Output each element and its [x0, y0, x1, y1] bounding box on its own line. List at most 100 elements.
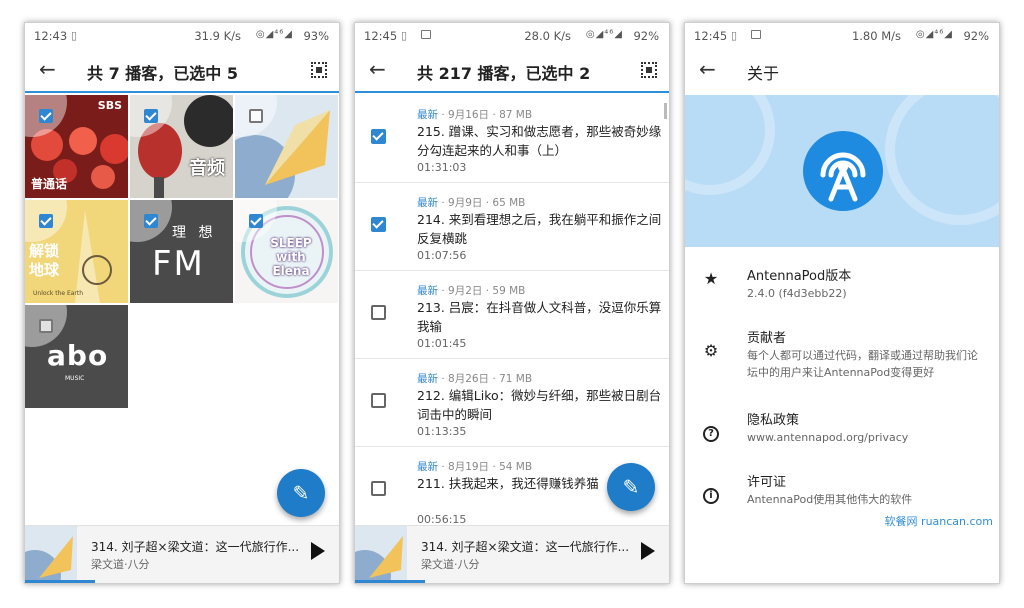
back-arrow-icon[interactable]: ←	[39, 57, 56, 81]
tile-checkbox[interactable]	[39, 214, 53, 228]
select-podcasts-screen: 12:43 ▯ 31.9 K/s ◎◢⁴⁶◢ 93% ← 共 7 播客，已选中 …	[24, 22, 340, 584]
notification-icon: ▯	[731, 29, 738, 42]
podcast-tile[interactable]: 理 想 FM	[130, 200, 233, 303]
network-speed: 28.0 K/s	[524, 29, 571, 43]
pencil-icon: ✎	[622, 475, 640, 499]
tile-subcaption: MUSIC	[65, 375, 85, 382]
podcast-tile[interactable]: abo MUSIC	[25, 305, 128, 408]
scrollbar[interactable]	[664, 103, 667, 119]
podcast-tile[interactable]	[235, 95, 338, 198]
episode-item[interactable]: 最新 · 9月9日 · 65 MB 214. 来到看理想之后，我在躺平和振作之间…	[355, 183, 669, 271]
episode-item[interactable]: 最新 · 8月26日 · 71 MB 212. 编辑Liko：微妙与纤细，那些被…	[355, 359, 669, 447]
player-subtitle: 梁文道·八分	[421, 558, 480, 571]
player-title: 314. 刘子超×梁文道：这一代旅行作...	[421, 540, 630, 554]
back-arrow-icon[interactable]: ←	[369, 57, 386, 81]
tile-checkbox[interactable]	[39, 319, 53, 333]
tile-caption: FM	[152, 244, 205, 284]
back-arrow-icon[interactable]: ←	[699, 57, 716, 81]
about-screen: 12:45 ▯ 1.80 M/s ◎◢⁴⁶◢ 92% ← 关于 ★ Antenn…	[684, 22, 1000, 584]
select-all-icon[interactable]	[641, 62, 657, 78]
tile-checkbox[interactable]	[144, 214, 158, 228]
player-cover	[25, 526, 77, 583]
player-subtitle: 梁文道·八分	[91, 558, 150, 571]
status-time: 12:43	[34, 29, 68, 43]
tile-caption: abo	[47, 339, 109, 372]
status-bar: 12:45 ▯ 28.0 K/s ◎◢⁴⁶◢ 92%	[355, 23, 669, 49]
episode-meta: 最新 · 8月26日 · 71 MB	[417, 373, 533, 385]
episode-duration: 01:13:35	[417, 425, 467, 438]
brand-label: SBS	[97, 99, 122, 112]
podcast-tile[interactable]: SLEEP with Elena	[235, 200, 338, 303]
battery-level: 93%	[303, 29, 329, 43]
item-subtitle: AntennaPod使用其他伟大的软件	[747, 493, 913, 506]
player-title: 314. 刘子超×梁文道：这一代旅行作...	[91, 540, 300, 554]
player-cover	[355, 526, 407, 583]
toolbar: ← 关于	[685, 49, 999, 93]
info-icon: i	[701, 483, 721, 504]
play-icon[interactable]	[311, 542, 325, 560]
episode-title: 215. 蹭课、实习和做志愿者，那些被奇妙缘分勾连起来的人和事（上）	[417, 124, 662, 158]
status-bar: 12:45 ▯ 1.80 M/s ◎◢⁴⁶◢ 92%	[685, 23, 999, 49]
episode-title: 212. 编辑Liko：微妙与纤细，那些被日剧台词击中的瞬间	[417, 388, 662, 422]
tile-checkbox[interactable]	[39, 109, 53, 123]
episode-checkbox[interactable]	[371, 129, 386, 144]
tile-caption: 解锁 地球	[29, 242, 60, 279]
episode-checkbox[interactable]	[371, 217, 386, 232]
podcast-tile[interactable]: SBS 普通话	[25, 95, 128, 198]
status-bar: 12:43 ▯ 31.9 K/s ◎◢⁴⁶◢ 93%	[25, 23, 339, 49]
page-title: 关于	[747, 64, 780, 83]
tile-checkbox[interactable]	[249, 109, 263, 123]
about-header	[685, 95, 999, 247]
mini-player[interactable]: 314. 刘子超×梁文道：这一代旅行作... 梁文道·八分	[355, 525, 669, 583]
episode-duration: 01:31:03	[417, 161, 467, 174]
watermark: 软餐网 ruancan.com	[884, 515, 993, 528]
battery-level: 92%	[633, 29, 659, 43]
play-icon[interactable]	[641, 542, 655, 560]
episode-checkbox[interactable]	[371, 305, 386, 320]
item-subtitle: 每个人都可以通过代码，翻译或通过帮助我们论坛中的用户来让AntennaPod变得…	[747, 349, 978, 379]
episode-checkbox[interactable]	[371, 481, 386, 496]
status-time: 12:45	[364, 29, 398, 43]
antennapod-logo-icon	[803, 131, 883, 211]
page-title: 共 217 播客，已选中 2	[417, 64, 591, 83]
star-icon: ★	[703, 269, 719, 288]
tile-caption: SLEEP with Elena	[270, 236, 312, 278]
network-speed: 1.80 M/s	[851, 29, 901, 43]
mini-player[interactable]: 314. 刘子超×梁文道：这一代旅行作... 梁文道·八分	[25, 525, 339, 583]
episode-meta: 最新 · 8月19日 · 54 MB	[417, 461, 533, 473]
episode-list: 最新 · 9月16日 · 87 MB 215. 蹭课、实习和做志愿者，那些被奇妙…	[355, 95, 669, 527]
item-title: 许可证	[747, 475, 787, 490]
item-title: AntennaPod版本	[747, 269, 852, 284]
episode-checkbox[interactable]	[371, 393, 386, 408]
episode-item[interactable]: 最新 · 9月16日 · 87 MB 215. 蹭课、实习和做志愿者，那些被奇妙…	[355, 95, 669, 183]
episode-item[interactable]: 最新 · 9月2日 · 59 MB 213. 吕宸：在抖音做人文科普，没逗你乐算…	[355, 271, 669, 359]
item-title: 隐私政策	[747, 413, 800, 428]
podcast-tile[interactable]: 音频	[130, 95, 233, 198]
network-speed: 31.9 K/s	[194, 29, 241, 43]
image-notification-icon	[751, 30, 761, 39]
item-title: 贡献者	[747, 331, 787, 346]
edit-fab-button[interactable]: ✎	[277, 469, 325, 517]
tile-checkbox[interactable]	[144, 109, 158, 123]
item-subtitle: www.antennapod.org/privacy	[747, 431, 909, 444]
tile-subcaption: Unlock the Earth	[33, 290, 84, 297]
episode-meta: 最新 · 9月16日 · 87 MB	[417, 109, 533, 121]
help-icon: ?	[701, 421, 721, 442]
notification-icon: ▯	[401, 29, 408, 42]
pencil-icon: ✎	[292, 481, 310, 505]
episode-title: 214. 来到看理想之后，我在躺平和振作之间反复横跳	[417, 212, 662, 246]
edit-fab-button[interactable]: ✎	[607, 463, 655, 511]
playback-progress	[25, 580, 95, 583]
gear-icon: ⚙	[703, 341, 719, 360]
toolbar: ← 共 7 播客，已选中 5	[25, 49, 339, 93]
episode-duration: 01:01:45	[417, 337, 467, 350]
select-all-icon[interactable]	[311, 62, 327, 78]
signal-icons: ◎◢⁴⁶◢	[255, 29, 293, 40]
episode-meta: 最新 · 9月9日 · 65 MB	[417, 197, 526, 209]
tile-checkbox[interactable]	[249, 214, 263, 228]
signal-icons: ◎◢⁴⁶◢	[915, 29, 953, 40]
image-notification-icon	[421, 30, 431, 39]
tile-subcaption: 理 想	[172, 225, 217, 241]
podcast-tile[interactable]: 解锁 地球 Unlock the Earth	[25, 200, 128, 303]
select-episodes-screen: 12:45 ▯ 28.0 K/s ◎◢⁴⁶◢ 92% ← 共 217 播客，已选…	[354, 22, 670, 584]
